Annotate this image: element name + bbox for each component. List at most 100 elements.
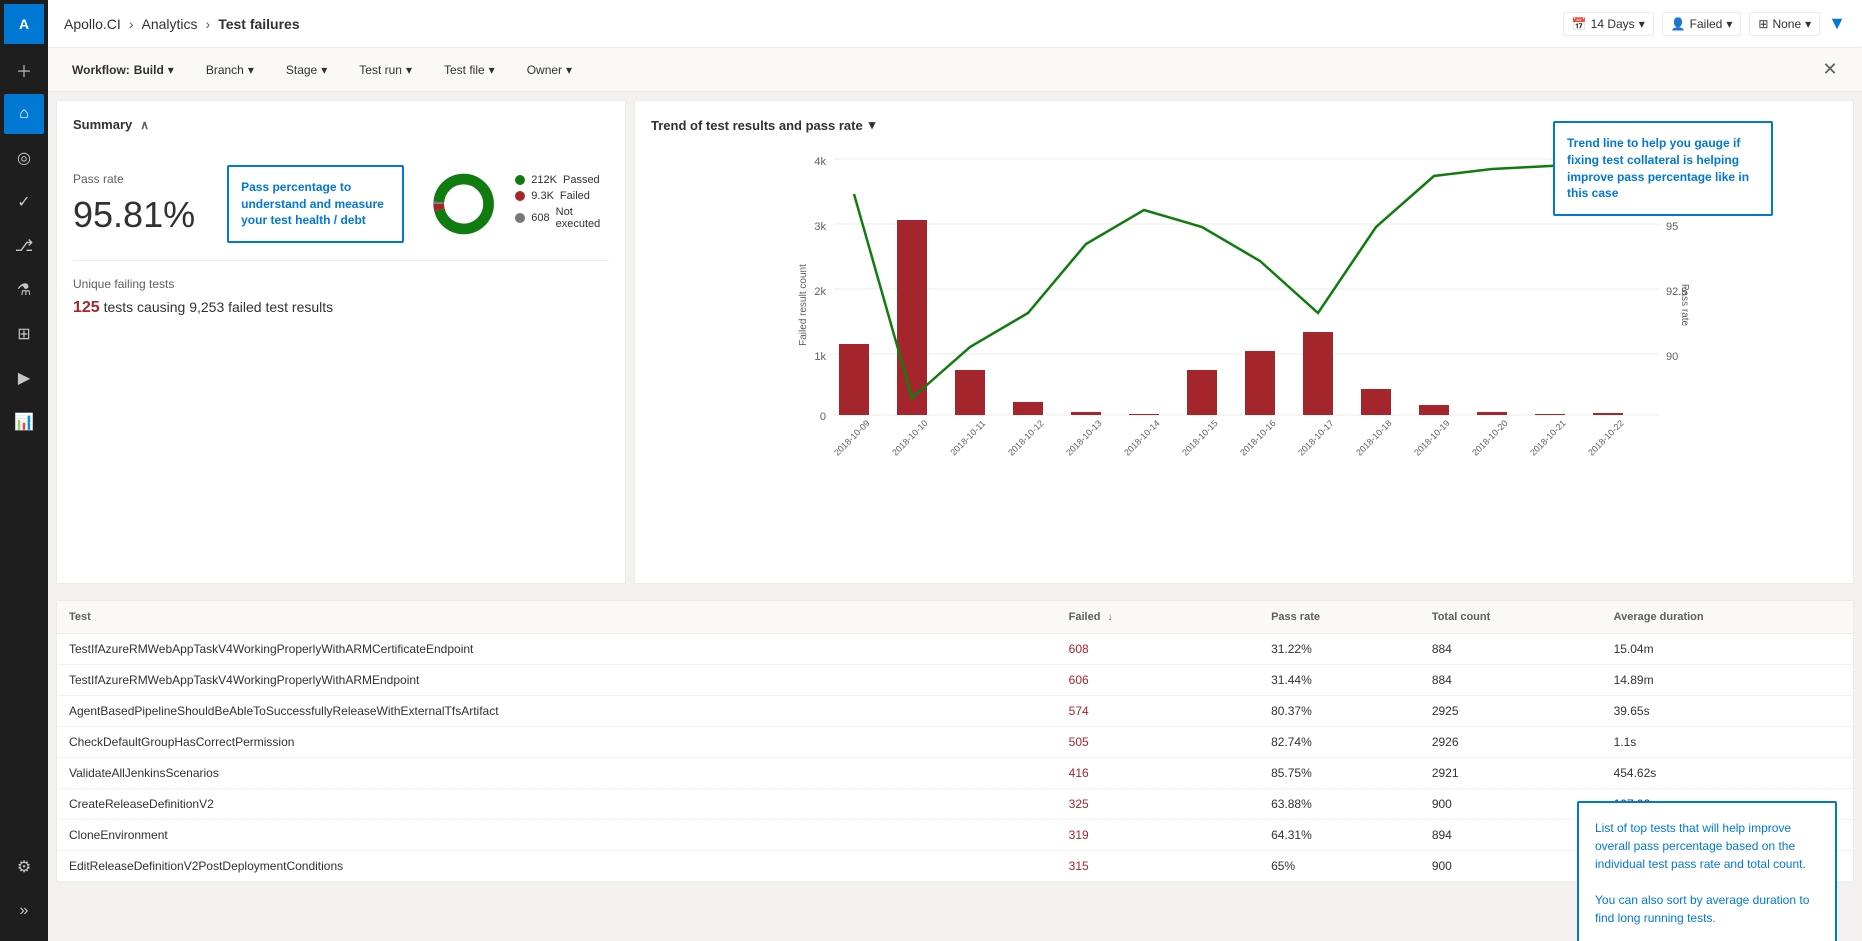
svg-text:Failed result count: Failed result count xyxy=(798,264,809,346)
sidebar-code-icon[interactable]: ◎ xyxy=(4,138,44,178)
sidebar-analytics-icon[interactable]: 📊 xyxy=(4,402,44,442)
bar-1 xyxy=(897,220,927,415)
annotation-subtitle: You can also sort by average duration to… xyxy=(1595,891,1819,927)
sidebar-settings-icon[interactable]: ⚙ xyxy=(4,847,44,887)
notexec-count: 608 xyxy=(531,212,549,224)
table-row[interactable]: AgentBasedPipelineShouldBeAbleToSuccessf… xyxy=(57,696,1853,727)
workflow-value: Build xyxy=(134,63,164,77)
sidebar-plus-icon[interactable]: ＋ xyxy=(4,50,44,90)
stage-chevron-icon: ▾ xyxy=(321,63,327,77)
days-filter-btn[interactable]: 📅 14 Days ▾ xyxy=(1563,12,1654,36)
filter-funnel-icon[interactable]: ▼ xyxy=(1828,13,1846,34)
col-failed[interactable]: Failed ↓ xyxy=(1057,601,1207,634)
notexec-dot xyxy=(515,213,525,223)
bar-11 xyxy=(1477,412,1507,415)
donut-container: 212K Passed 9.3K Failed 608 Not executed xyxy=(428,164,609,244)
days-chevron-icon: ▾ xyxy=(1639,17,1645,31)
sidebar-flask-icon[interactable]: ⚗ xyxy=(4,270,44,310)
testrun-filter[interactable]: Test run ▾ xyxy=(351,59,420,81)
status-filter-btn[interactable]: 👤 Failed ▾ xyxy=(1662,12,1742,36)
workflow-chevron-icon: ▾ xyxy=(168,63,174,77)
cell-total: 2925 xyxy=(1420,696,1602,727)
bar-7 xyxy=(1245,351,1275,415)
svg-text:4k: 4k xyxy=(814,156,826,168)
table-row[interactable]: CheckDefaultGroupHasCorrectPermission 50… xyxy=(57,727,1853,758)
cell-total: 900 xyxy=(1420,851,1602,882)
pass-rate-annotation: Pass percentage to understand and measur… xyxy=(227,165,404,243)
svg-text:2018-10-21: 2018-10-21 xyxy=(1528,418,1568,458)
table-head: Test Failed ↓ Pass rate Total count Aver… xyxy=(57,601,1853,634)
passed-dot xyxy=(515,175,525,185)
cell-test: AgentBasedPipelineShouldBeAbleToSuccessf… xyxy=(57,696,1057,727)
bar-5 xyxy=(1129,414,1159,415)
stage-filter[interactable]: Stage ▾ xyxy=(278,59,335,81)
breadcrumb-sep-2: › xyxy=(206,16,211,32)
summary-header: Summary ∧ xyxy=(73,117,609,132)
cell-pass-rate: 85.75% xyxy=(1259,758,1420,789)
none-filter-btn[interactable]: ⊞ None ▾ xyxy=(1749,12,1820,36)
bar-0 xyxy=(839,344,869,415)
pass-rate-block: Pass rate 95.81% xyxy=(73,172,195,236)
col-test: Test xyxy=(57,601,1057,634)
cell-test: CloneEnvironment xyxy=(57,820,1057,851)
breadcrumb-sep-1: › xyxy=(129,16,134,32)
svg-text:2018-10-09: 2018-10-09 xyxy=(832,418,872,458)
unique-desc: tests causing 9,253 failed test results xyxy=(104,299,334,315)
col-avg-dur[interactable]: Average duration xyxy=(1602,601,1853,634)
col-total[interactable]: Total count xyxy=(1420,601,1602,634)
cell-avg-dur: 1.1s xyxy=(1602,727,1853,758)
svg-text:0: 0 xyxy=(820,411,826,423)
testfile-filter[interactable]: Test file ▾ xyxy=(436,59,503,81)
branch-filter[interactable]: Branch ▾ xyxy=(198,59,262,81)
cell-test: EditReleaseDefinitionV2PostDeploymentCon… xyxy=(57,851,1057,882)
cell-avg-dur: 15.04m xyxy=(1602,634,1853,665)
svg-text:2018-10-11: 2018-10-11 xyxy=(948,418,987,457)
table-annotation: List of top tests that will help improve… xyxy=(1577,801,1837,941)
workflow-label: Workflow: xyxy=(72,63,130,77)
collapse-icon[interactable]: ∧ xyxy=(140,118,149,132)
owner-label: Owner xyxy=(527,63,562,77)
cell-failed: 416 xyxy=(1057,758,1207,789)
top-grid: Summary ∧ Pass rate 95.81% Pass percenta… xyxy=(48,92,1862,592)
trend-annotation: Trend line to help you gauge if fixing t… xyxy=(1553,121,1773,216)
app-logo[interactable]: A xyxy=(4,4,44,44)
none-filter-label: None xyxy=(1772,17,1801,31)
sidebar-layers-icon[interactable]: ⊞ xyxy=(4,314,44,354)
svg-text:2018-10-18: 2018-10-18 xyxy=(1354,418,1394,458)
failed-count-legend: 9.3K xyxy=(531,190,554,202)
svg-text:2018-10-10: 2018-10-10 xyxy=(890,418,930,458)
days-filter-label: 14 Days xyxy=(1591,17,1635,31)
sidebar-collapse-icon[interactable]: » xyxy=(4,891,44,931)
legend-notexec: 608 Not executed xyxy=(515,206,609,230)
pass-rate-line xyxy=(854,163,1608,398)
cell-failed: 574 xyxy=(1057,696,1207,727)
owner-filter[interactable]: Owner ▾ xyxy=(519,59,580,81)
workflow-filter[interactable]: Workflow: Build ▾ xyxy=(64,59,182,81)
close-button[interactable]: ✕ xyxy=(1814,54,1846,86)
table-row[interactable]: ValidateAllJenkinsScenarios 416 85.75% 2… xyxy=(57,758,1853,789)
cell-failed: 606 xyxy=(1057,665,1207,696)
cell-test: CreateReleaseDefinitionV2 xyxy=(57,789,1057,820)
sidebar-git-icon[interactable]: ⎇ xyxy=(4,226,44,266)
svg-text:2018-10-14: 2018-10-14 xyxy=(1122,418,1162,458)
cell-avg-dur: 14.89m xyxy=(1602,665,1853,696)
bar-12 xyxy=(1535,414,1565,415)
trend-dropdown-icon[interactable]: ▾ xyxy=(869,117,876,133)
sidebar-check-icon[interactable]: ✓ xyxy=(4,182,44,222)
cell-failed: 315 xyxy=(1057,851,1207,882)
breadcrumb-app[interactable]: Apollo.CI xyxy=(64,16,121,32)
bar-3 xyxy=(1013,402,1043,415)
table-row[interactable]: TestIfAzureRMWebAppTaskV4WorkingProperly… xyxy=(57,634,1853,665)
sidebar-deploy-icon[interactable]: ▶ xyxy=(4,358,44,398)
col-pass-rate[interactable]: Pass rate xyxy=(1259,601,1420,634)
topbar-filters: 📅 14 Days ▾ 👤 Failed ▾ ⊞ None ▾ ▼ xyxy=(1563,12,1846,36)
sidebar-home-icon[interactable]: ⌂ xyxy=(4,94,44,134)
bar-10 xyxy=(1419,405,1449,415)
table-section: Test Failed ↓ Pass rate Total count Aver… xyxy=(56,600,1854,883)
svg-text:2018-10-13: 2018-10-13 xyxy=(1064,418,1104,458)
breadcrumb-analytics[interactable]: Analytics xyxy=(141,16,197,32)
filterbar-right: ✕ xyxy=(1814,54,1846,86)
cell-arrow xyxy=(1206,758,1259,789)
cell-failed: 505 xyxy=(1057,727,1207,758)
table-row[interactable]: TestIfAzureRMWebAppTaskV4WorkingProperly… xyxy=(57,665,1853,696)
